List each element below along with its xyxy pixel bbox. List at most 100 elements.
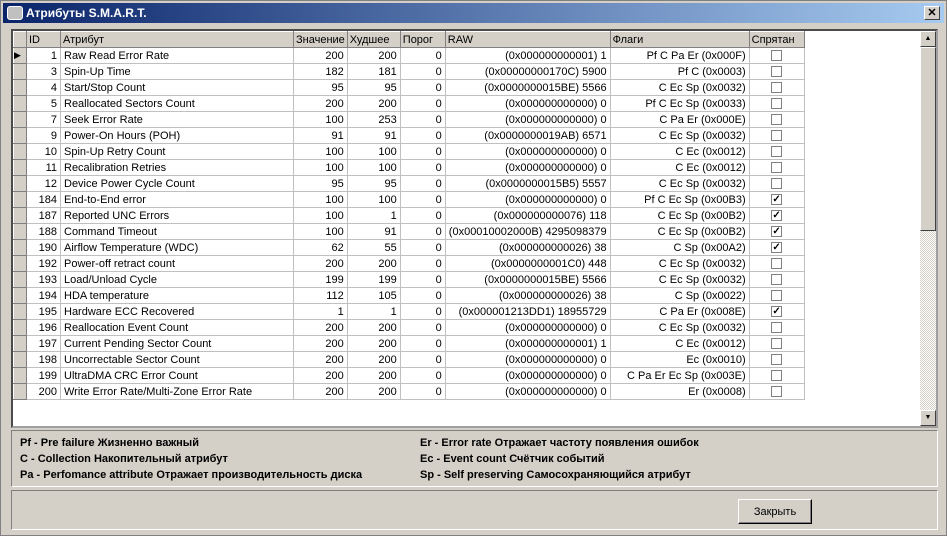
cell-id: 3 — [26, 63, 61, 80]
hidden-checkbox[interactable] — [749, 79, 805, 96]
checkbox[interactable] — [771, 146, 783, 158]
cell-id: 197 — [26, 335, 61, 352]
table-row[interactable]: 184 End-to-End error 100 100 0 0 (0x000000000… — [13, 191, 805, 208]
table-row[interactable]: 4 Start/Stop Count 95 95 0 5566 (0x0000000015… — [13, 79, 805, 96]
table-row[interactable]: 188 Command Timeout 100 91 0 4295098379 (0x00… — [13, 223, 805, 240]
hidden-checkbox[interactable] — [749, 143, 805, 160]
hidden-checkbox[interactable] — [749, 111, 805, 128]
hidden-checkbox[interactable] — [749, 159, 805, 176]
table-row[interactable]: 11 Recalibration Retries 100 100 0 0 (0x00000… — [13, 159, 805, 176]
cell-id: 188 — [26, 223, 61, 240]
checkbox[interactable] — [771, 114, 783, 126]
cell-id: 1 — [26, 47, 61, 64]
cell-worst: 1 — [347, 303, 401, 320]
cell-id: 195 — [26, 303, 61, 320]
checkbox[interactable] — [771, 82, 783, 94]
checkbox[interactable] — [771, 290, 783, 302]
column-header-flags[interactable]: Флаги — [609, 31, 750, 48]
scroll-thumb[interactable] — [920, 47, 936, 231]
column-header-id[interactable]: ID — [26, 31, 61, 48]
column-header-raw[interactable]: RAW — [444, 31, 611, 48]
column-header-worst[interactable]: Худшее — [346, 31, 401, 48]
table-row[interactable]: 187 Reported UNC Errors 100 1 0 118 (0x000000… — [13, 207, 805, 224]
table-row[interactable]: ▶ 1 Raw Read Error Rate 200 200 0 1 (0x0000000… — [13, 47, 805, 64]
cell-id: 5 — [26, 95, 61, 112]
table-row[interactable]: 12 Device Power Cycle Count 95 95 0 5557 (0x0… — [13, 175, 805, 192]
table-row[interactable]: 193 Load/Unload Cycle 199 199 0 5566 (0x00000… — [13, 271, 805, 288]
checkbox[interactable] — [771, 258, 783, 270]
hidden-checkbox[interactable] — [749, 63, 805, 80]
hidden-checkbox[interactable] — [749, 351, 805, 368]
table-row[interactable]: 200 Write Error Rate/Multi-Zone Error Rat… — [13, 383, 805, 400]
cell-value: 199 — [293, 271, 348, 288]
cell-threshold: 0 — [400, 95, 446, 112]
hidden-checkbox[interactable] — [749, 271, 805, 288]
table-row[interactable]: 9 Power-On Hours (POH) 91 91 0 6571 (0x000000… — [13, 127, 805, 144]
close-window-button[interactable]: ✕ — [924, 6, 940, 20]
cell-threshold: 0 — [400, 367, 446, 384]
table-row[interactable]: 5 Reallocated Sectors Count 200 200 0 0 (0x00… — [13, 95, 805, 112]
hidden-checkbox[interactable] — [749, 367, 805, 384]
cell-attribute: Reallocated Sectors Count — [60, 95, 294, 112]
checkbox[interactable] — [771, 50, 783, 62]
hidden-checkbox[interactable]: ✓ — [749, 239, 805, 256]
table-row[interactable]: 194 HDA temperature 112 105 0 38 (0x000000000… — [13, 287, 805, 304]
table-row[interactable]: 190 Airflow Temperature (WDC) 62 55 0 38 (0x0… — [13, 239, 805, 256]
column-header-threshold[interactable]: Порог — [399, 31, 446, 48]
close-button[interactable]: Закрыть — [738, 499, 812, 524]
checkbox[interactable] — [771, 130, 783, 142]
table-row[interactable]: 199 UltraDMA CRC Error Count 200 200 0 0 (0x0… — [13, 367, 805, 384]
cell-worst: 100 — [347, 191, 401, 208]
checkbox[interactable]: ✓ — [771, 194, 783, 206]
table-row[interactable]: 3 Spin-Up Time 182 181 0 5900 (0x00000000170C… — [13, 63, 805, 80]
hidden-checkbox[interactable] — [749, 47, 805, 64]
hidden-checkbox[interactable] — [749, 383, 805, 400]
hidden-checkbox[interactable] — [749, 175, 805, 192]
hidden-checkbox[interactable] — [749, 255, 805, 272]
cell-value: 100 — [293, 159, 348, 176]
table-row[interactable]: 7 Seek Error Rate 100 253 0 0 (0x000000000000… — [13, 111, 805, 128]
column-header-hidden[interactable]: Спрятан — [748, 31, 805, 48]
column-header-value[interactable]: Значение — [293, 31, 348, 48]
cell-raw: 5566 (0x0000000015BE) — [445, 79, 611, 96]
row-indicator — [13, 271, 27, 288]
column-header-attribute[interactable]: Атрибут — [60, 31, 294, 48]
checkbox[interactable] — [771, 178, 783, 190]
checkbox[interactable]: ✓ — [771, 210, 783, 222]
hidden-checkbox[interactable] — [749, 287, 805, 304]
legend-sp: Sp - Self preserving Самосохраняющийся а… — [420, 469, 691, 481]
scroll-down-button[interactable]: ▼ — [920, 410, 936, 426]
checkbox[interactable] — [771, 386, 783, 398]
vertical-scrollbar[interactable]: ▲ ▼ — [920, 31, 936, 426]
checkbox[interactable] — [771, 338, 783, 350]
cell-raw: 5566 (0x0000000015BE) — [445, 271, 611, 288]
checkbox[interactable]: ✓ — [771, 242, 783, 254]
checkbox[interactable] — [771, 322, 783, 334]
checkbox[interactable]: ✓ — [771, 226, 783, 238]
checkbox[interactable] — [771, 370, 783, 382]
hidden-checkbox[interactable]: ✓ — [749, 191, 805, 208]
table-row[interactable]: 198 Uncorrectable Sector Count 200 200 0 0 (0… — [13, 351, 805, 368]
hidden-checkbox[interactable] — [749, 335, 805, 352]
checkbox[interactable] — [771, 98, 783, 110]
table-row[interactable]: 192 Power-off retract count 200 200 0 448 (0x… — [13, 255, 805, 272]
table-row[interactable]: 197 Current Pending Sector Count 200 200 0 1 … — [13, 335, 805, 352]
checkbox[interactable] — [771, 66, 783, 78]
checkbox[interactable] — [771, 354, 783, 366]
cell-worst: 100 — [347, 143, 401, 160]
scroll-up-button[interactable]: ▲ — [920, 31, 936, 47]
checkbox[interactable]: ✓ — [771, 306, 783, 318]
hidden-checkbox[interactable] — [749, 319, 805, 336]
hidden-checkbox[interactable]: ✓ — [749, 207, 805, 224]
table-row[interactable]: 10 Spin-Up Retry Count 100 100 0 0 (0x0000000… — [13, 143, 805, 160]
hidden-checkbox[interactable]: ✓ — [749, 303, 805, 320]
cell-threshold: 0 — [400, 207, 446, 224]
table-row[interactable]: 196 Reallocation Event Count 200 200 0 0 (0x0… — [13, 319, 805, 336]
checkbox[interactable] — [771, 162, 783, 174]
hidden-checkbox[interactable] — [749, 127, 805, 144]
checkbox[interactable] — [771, 274, 783, 286]
hidden-checkbox[interactable] — [749, 95, 805, 112]
cell-flags: Pf C Ec Sp (0x0033) — [610, 95, 750, 112]
hidden-checkbox[interactable]: ✓ — [749, 223, 805, 240]
table-row[interactable]: 195 Hardware ECC Recovered 1 1 0 18955729 (0x… — [13, 303, 805, 320]
